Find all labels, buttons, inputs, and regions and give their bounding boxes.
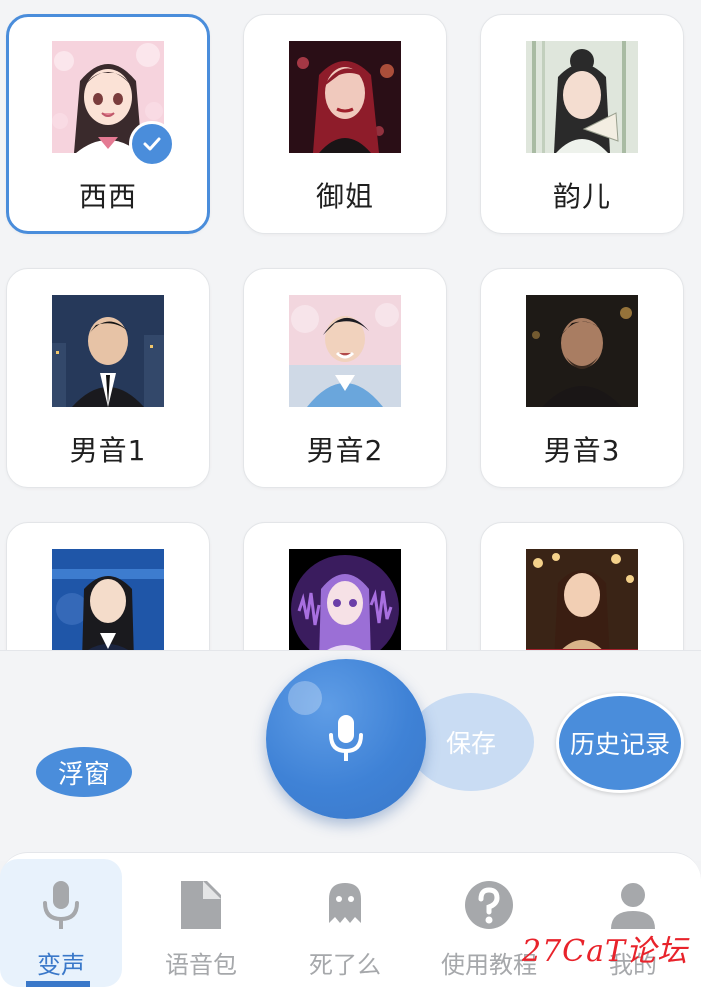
voice-label: 男音3 <box>543 434 621 467</box>
tab-label: 语音包 <box>165 951 237 979</box>
voice-card-star[interactable] <box>480 522 684 650</box>
floating-window-button[interactable]: 浮窗 <box>36 747 132 797</box>
voice-grid: 西西 御姐 韵儿 男音1 男音2 男音3 <box>0 0 701 650</box>
voice-card-male2[interactable]: 男音2 <box>243 268 447 488</box>
voice-avatar-male3 <box>526 295 638 407</box>
voice-avatar-star <box>526 549 638 650</box>
tab-check-in[interactable]: 死了么 <box>284 859 406 987</box>
voice-avatar-anchor <box>52 549 164 650</box>
record-mic-button[interactable] <box>266 659 426 819</box>
voice-label: 西西 <box>78 180 137 213</box>
voice-card-xixi[interactable]: 西西 <box>6 14 210 234</box>
history-button[interactable]: 历史记录 <box>556 693 684 793</box>
mic-button-highlight <box>288 681 322 715</box>
ghost-icon <box>319 879 371 931</box>
voice-card-male3[interactable]: 男音3 <box>480 268 684 488</box>
file-icon <box>175 879 227 931</box>
control-panel: 浮窗 保存 历史记录 <box>0 650 701 861</box>
user-icon <box>607 879 659 931</box>
voice-card-idol[interactable] <box>243 522 447 650</box>
voice-avatar-yuner <box>526 41 638 153</box>
tab-voice-change[interactable]: 变声 <box>0 859 122 987</box>
microphone-icon <box>329 715 363 761</box>
voice-avatar-male1 <box>52 295 164 407</box>
voice-avatar-male2 <box>289 295 401 407</box>
voice-card-yujie[interactable]: 御姐 <box>243 14 447 234</box>
help-icon <box>463 879 515 931</box>
save-button[interactable]: 保存 <box>408 693 534 791</box>
active-tab-indicator <box>26 981 90 987</box>
voice-label: 韵儿 <box>552 180 611 213</box>
voice-label: 男音1 <box>69 434 147 467</box>
voice-card-male1[interactable]: 男音1 <box>6 268 210 488</box>
watermark-text: 27CaT论坛 <box>522 934 689 969</box>
voice-avatar-idol <box>289 549 401 650</box>
selected-check-icon <box>129 121 175 167</box>
tab-label: 死了么 <box>309 951 381 979</box>
voice-avatar-yujie <box>289 41 401 153</box>
tab-voice-pack[interactable]: 语音包 <box>140 859 262 987</box>
microphone-icon <box>35 879 87 931</box>
voice-changer-app: 西西 御姐 韵儿 男音1 男音2 男音3 浮窗 保存 历史记录 变声 语音包 死… <box>0 0 701 990</box>
voice-card-yuner[interactable]: 韵儿 <box>480 14 684 234</box>
voice-label: 男音2 <box>306 434 384 467</box>
voice-card-anchor[interactable] <box>6 522 210 650</box>
voice-label: 御姐 <box>315 180 374 213</box>
